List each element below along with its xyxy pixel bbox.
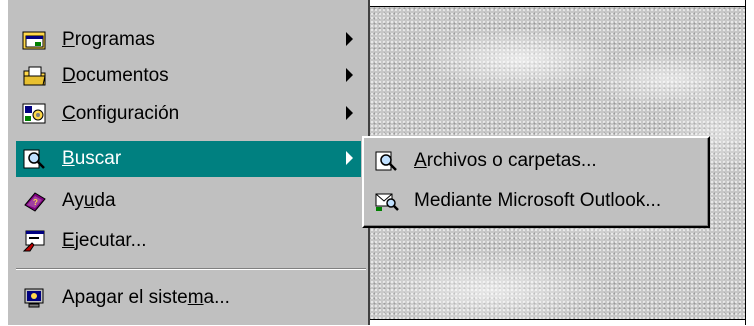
menu-item-label: Ayuda — [62, 190, 116, 211]
programs-folder-icon — [20, 25, 50, 55]
settings-icon — [20, 99, 50, 129]
outlook-find-icon — [372, 186, 402, 216]
start-menu: Programas Documentos Configuración Busca… — [7, 0, 370, 325]
help-book-icon: ? — [20, 186, 50, 216]
menu-item-ayuda[interactable]: ? Ayuda — [16, 183, 361, 219]
submenu-arrow-icon — [346, 68, 353, 82]
menu-separator — [16, 268, 366, 270]
frame-right — [746, 0, 754, 325]
buscar-submenu: Archivos o carpetas... Mediante Microsof… — [362, 136, 710, 228]
submenu-arrow-icon — [346, 151, 353, 165]
submenu-arrow-icon — [346, 32, 353, 46]
menu-item-label: Documentos — [62, 65, 169, 86]
menu-item-programas[interactable]: Programas — [16, 22, 361, 58]
menu-item-documentos[interactable]: Documentos — [16, 58, 361, 94]
documents-folder-icon — [20, 61, 50, 91]
submenu-item-outlook[interactable]: Mediante Microsoft Outlook... — [372, 184, 661, 218]
menu-item-label: Apagar el sistema... — [62, 287, 230, 308]
menu-item-label: Ejecutar... — [62, 230, 147, 251]
find-magnifier-icon — [20, 144, 50, 174]
svg-text:?: ? — [33, 198, 38, 207]
find-files-icon — [372, 146, 402, 176]
submenu-arrow-icon — [346, 106, 353, 120]
frame-top — [370, 0, 746, 7]
menu-item-label: Buscar — [62, 148, 122, 169]
menu-item-apagar[interactable]: Apagar el sistema... — [16, 280, 361, 316]
submenu-item-archivos-o-carpetas[interactable]: Archivos o carpetas... — [372, 144, 597, 178]
menu-item-configuracion[interactable]: Configuración — [16, 96, 361, 132]
menu-item-label: Configuración — [62, 103, 180, 124]
run-icon — [20, 226, 50, 256]
frame-right-line — [745, 0, 746, 325]
submenu-item-label: Archivos o carpetas... — [414, 150, 597, 171]
shutdown-computer-icon — [20, 283, 50, 313]
submenu-item-label: Mediante Microsoft Outlook... — [414, 190, 662, 211]
menu-item-ejecutar[interactable]: Ejecutar... — [16, 223, 361, 259]
menu-item-label: Programas — [62, 29, 155, 50]
menu-item-buscar[interactable]: Buscar — [16, 141, 361, 177]
